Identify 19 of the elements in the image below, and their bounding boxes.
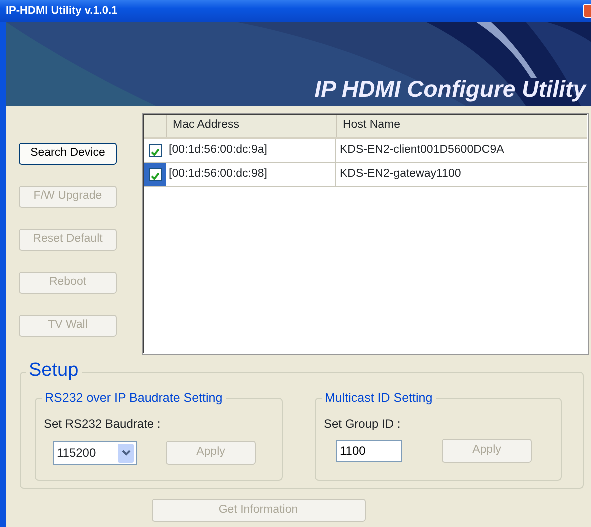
group-title: RS232 over IP Baudrate Setting: [42, 392, 226, 404]
table-cell: [00:1d:56:00:dc:98]: [166, 163, 336, 186]
column-header[interactable]: Host Name: [336, 115, 586, 137]
checkbox[interactable]: [148, 168, 162, 181]
group-title: Multicast ID Setting: [322, 392, 436, 404]
table-cell-text: KDS-EN2-gateway1100: [339, 166, 462, 182]
table-cell-text: KDS-EN2-client001D5600DC9A: [339, 142, 506, 158]
section-title: Setup: [26, 361, 82, 380]
close-button[interactable]: [583, 4, 591, 18]
banner-title: IP HDMI Configure Utility: [314, 76, 588, 104]
checkbox[interactable]: [148, 144, 162, 157]
column-header[interactable]: Mac Address: [166, 115, 336, 137]
table-cell: [00:1d:56:00:dc:9a]: [166, 139, 336, 162]
window-title: IP-HDMI Utility v.1.0.1: [5, 4, 118, 19]
row-selection-cell[interactable]: [144, 163, 166, 186]
action-button[interactable]: Search Device: [19, 143, 117, 165]
group-id-field[interactable]: 1100: [336, 440, 402, 462]
baudrate-dropdown[interactable]: 115200: [53, 441, 137, 465]
field-label: Set RS232 Baudrate :: [43, 416, 161, 433]
